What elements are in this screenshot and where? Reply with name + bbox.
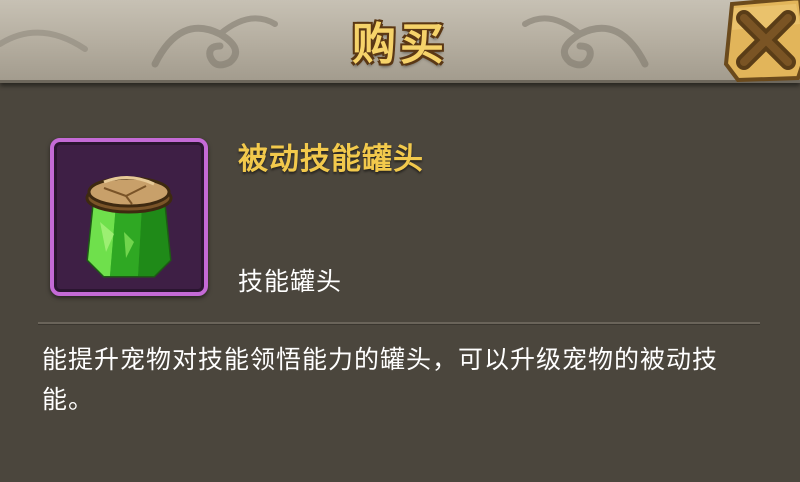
dialog-title: 购买 xyxy=(352,19,448,70)
divider xyxy=(38,322,760,325)
item-name: 被动技能罐头 xyxy=(238,142,424,177)
purchase-dialog: 购买 被动技能罐头 技能罐头 能提升宠物对技能领悟能力的罐头，可以升级宠物的被动… xyxy=(0,0,800,482)
item-icon-frame xyxy=(50,138,208,296)
dialog-header: 购买 xyxy=(0,0,800,83)
close-x-icon[interactable] xyxy=(718,0,800,84)
item-description: 能提升宠物对技能领悟能力的罐头，可以升级宠物的被动技能。 xyxy=(42,345,719,414)
green-crystal-jar-icon xyxy=(85,176,173,278)
item-type: 技能罐头 xyxy=(238,267,343,296)
close-button[interactable] xyxy=(718,0,800,84)
